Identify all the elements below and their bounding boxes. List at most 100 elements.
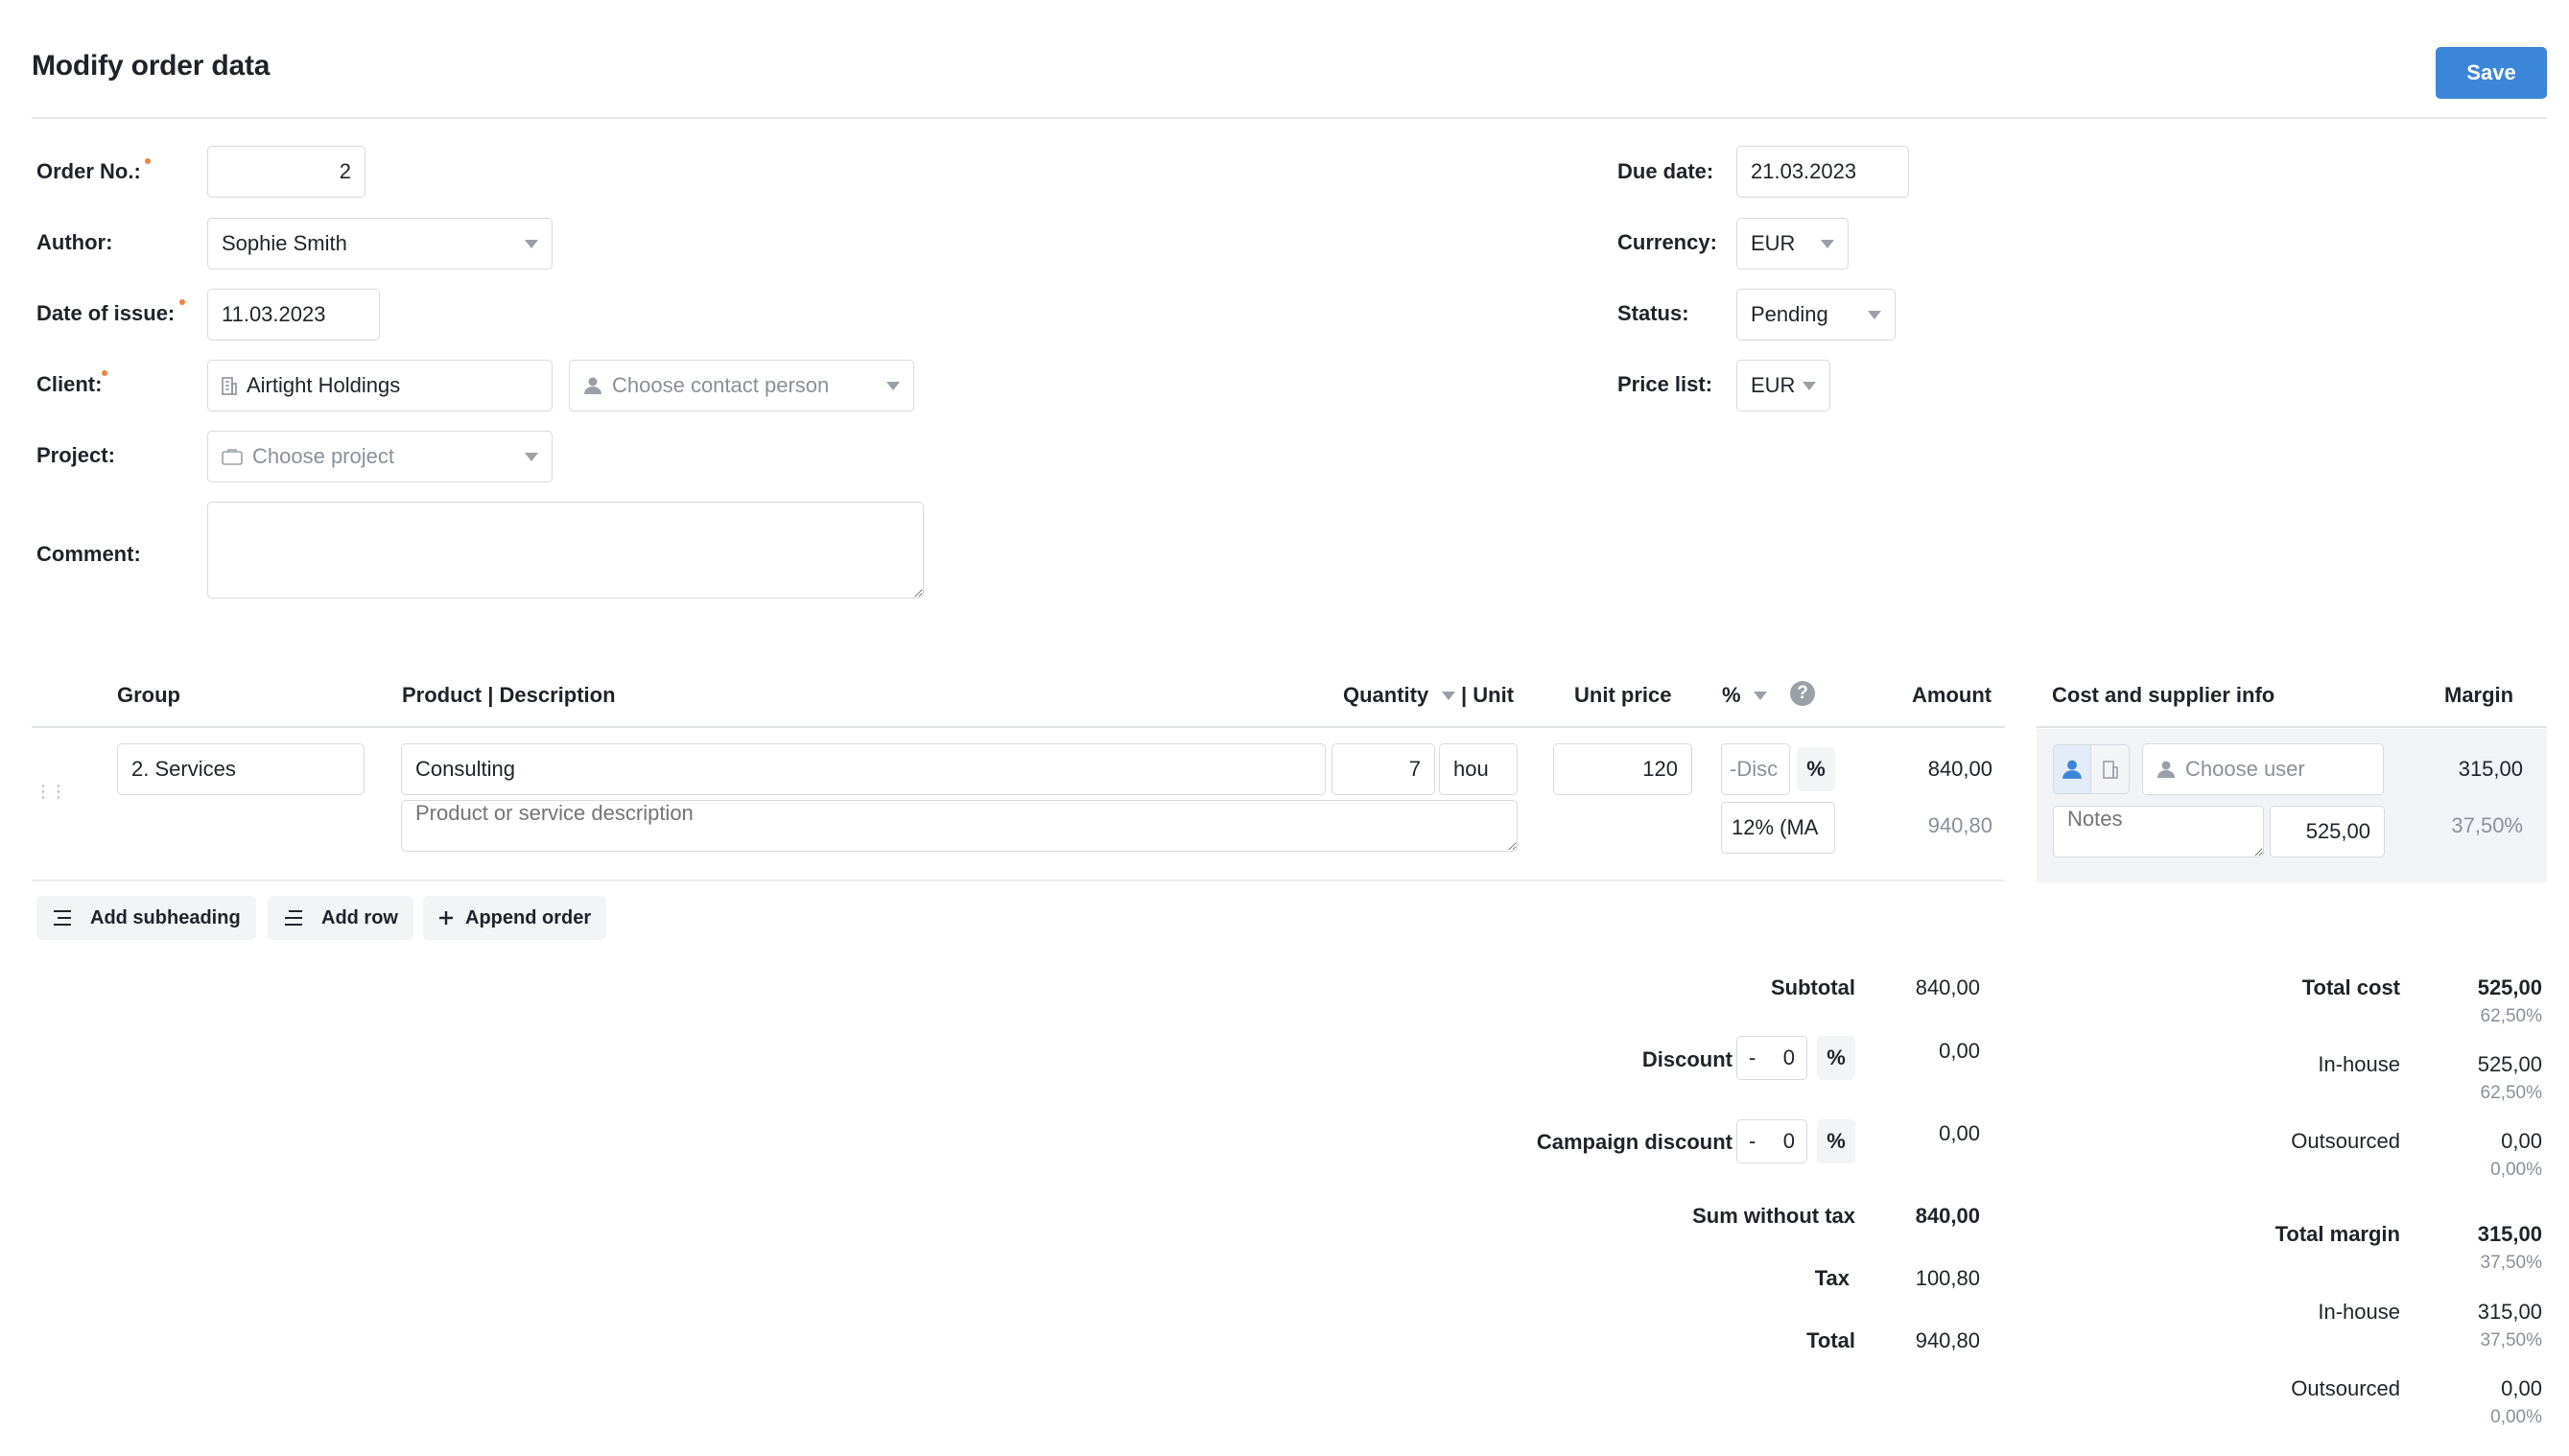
group-value: 2. Services: [131, 757, 236, 781]
rows-icon: [283, 909, 304, 927]
row-amount: 840,00: [1927, 757, 1992, 781]
campaign-discount-input[interactable]: - 0: [1736, 1119, 1807, 1163]
discount-value: 0,00: [1939, 1039, 1980, 1063]
project-select[interactable]: Choose project: [207, 431, 553, 482]
campaign-discount-value: 0,00: [1939, 1121, 1980, 1145]
choose-user-placeholder: Choose user: [2185, 757, 2305, 781]
add-row-label: Add row: [321, 906, 398, 928]
outsourced-cost-value: 0,00: [2501, 1129, 2542, 1153]
in-house-toggle[interactable]: [2053, 744, 2091, 794]
contact-placeholder: Choose contact person: [612, 373, 830, 397]
required-marker: [102, 370, 107, 376]
unit-value: hou: [1453, 757, 1489, 781]
subtotal-label: Subtotal: [1771, 975, 1855, 999]
inhouse-margin-value: 315,00: [2477, 1300, 2542, 1324]
contact-person-select[interactable]: Choose contact person: [569, 360, 914, 411]
percent-toggle[interactable]: %: [1797, 747, 1835, 791]
save-button[interactable]: Save: [2436, 47, 2547, 99]
header-margin: Margin: [2444, 683, 2514, 707]
author-select[interactable]: Sophie Smith: [207, 218, 553, 270]
table-header-divider: [32, 726, 2005, 728]
date-of-issue-label: Date of issue:: [36, 301, 176, 325]
header-percent[interactable]: %: [1722, 683, 1741, 708]
supplier-toggle[interactable]: [2091, 744, 2130, 794]
cost-value: 525,00: [2305, 819, 2370, 843]
add-subheading-label: Add subheading: [90, 906, 241, 928]
unit-price-value: 120: [1642, 757, 1678, 781]
price-list-label: Price list:: [1617, 372, 1713, 396]
currency-select[interactable]: EUR: [1736, 218, 1849, 270]
add-row-button[interactable]: Add row: [268, 896, 413, 940]
discount-input[interactable]: - 0: [1736, 1036, 1807, 1080]
status-label: Status:: [1617, 301, 1689, 325]
append-order-button[interactable]: Append order: [423, 896, 607, 940]
due-date-label: Due date:: [1617, 159, 1714, 183]
tax-value: 12% (MA: [1732, 815, 1819, 839]
outsourced-margin-pct: 0,00%: [2490, 1407, 2542, 1427]
inhouse-cost-label: In-house: [2318, 1052, 2400, 1076]
client-input[interactable]: Airtight Holdings: [207, 360, 553, 411]
user-icon: [583, 376, 602, 395]
discount-sign: -: [1749, 1045, 1756, 1069]
notes-textarea[interactable]: [2053, 806, 2264, 857]
client-label: Client:: [36, 372, 103, 396]
subtotal-value: 840,00: [1915, 975, 1980, 999]
user-icon: [2157, 760, 2176, 779]
unit-input[interactable]: hou: [1439, 743, 1518, 795]
add-subheading-button[interactable]: Add subheading: [36, 896, 256, 940]
choose-user-select[interactable]: Choose user: [2142, 743, 2384, 795]
comment-textarea[interactable]: [207, 502, 924, 599]
header-unit: | Unit: [1461, 683, 1515, 707]
required-marker: [179, 299, 185, 305]
chevron-down-icon: [525, 453, 538, 461]
total-margin-label: Total margin: [2274, 1222, 2400, 1246]
price-list-value: EUR: [1751, 373, 1796, 397]
sum-without-tax-value: 840,00: [1915, 1204, 1980, 1228]
date-of-issue-input[interactable]: 11.03.2023: [207, 289, 380, 341]
order-no-label: Order No.:: [36, 159, 141, 183]
author-value: Sophie Smith: [222, 231, 347, 255]
tax-value: 100,80: [1915, 1266, 1980, 1290]
order-no-input[interactable]: 2: [207, 146, 365, 198]
header-product: Product | Description: [402, 683, 616, 707]
chevron-down-icon[interactable]: [1754, 692, 1767, 700]
unit-price-input[interactable]: 120: [1553, 743, 1692, 795]
price-list-select[interactable]: EUR: [1736, 360, 1830, 411]
group-input[interactable]: 2. Services: [117, 743, 365, 795]
tax-select[interactable]: 12% (MA: [1721, 802, 1835, 854]
description-textarea[interactable]: [401, 800, 1518, 852]
row-discount-input[interactable]: -Disc: [1721, 743, 1790, 795]
help-icon[interactable]: ?: [1790, 681, 1815, 706]
chevron-down-icon: [1803, 382, 1816, 390]
product-input[interactable]: Consulting: [401, 743, 1326, 795]
total-value: 940,80: [1915, 1328, 1980, 1352]
discount-input-value: 0: [1782, 1045, 1795, 1069]
status-select[interactable]: Pending: [1736, 289, 1896, 341]
total-margin-value: 315,00: [2477, 1222, 2542, 1246]
due-date-input[interactable]: 21.03.2023: [1736, 146, 1909, 198]
inhouse-margin-pct: 37,50%: [2480, 1330, 2542, 1350]
header-quantity[interactable]: Quantity: [1343, 683, 1428, 708]
subheading-icon: [52, 909, 73, 927]
discount-label: Discount: [1641, 1047, 1732, 1071]
cost-input[interactable]: 525,00: [2270, 806, 2385, 857]
total-label: Total: [1806, 1328, 1855, 1352]
discount-percent-toggle[interactable]: %: [1817, 1036, 1855, 1080]
header-unit-price: Unit price: [1574, 683, 1672, 707]
total-cost-label: Total cost: [2301, 975, 2400, 999]
total-cost-pct: 62,50%: [2480, 1006, 2542, 1026]
outsourced-margin-value: 0,00: [2501, 1376, 2542, 1400]
header-group: Group: [117, 683, 180, 707]
drag-handle-icon[interactable]: ⋮⋮: [35, 782, 67, 802]
inhouse-cost-pct: 62,50%: [2480, 1083, 2542, 1103]
table-header-divider: [2037, 726, 2547, 728]
order-no-value: 2: [339, 159, 351, 183]
row-margin: 315,00: [2458, 757, 2523, 781]
building-icon: [222, 376, 237, 395]
header-cost-supplier: Cost and supplier info: [2052, 683, 2275, 707]
chevron-down-icon[interactable]: [1442, 692, 1455, 700]
quantity-input[interactable]: 7: [1332, 743, 1435, 795]
date-of-issue-value: 11.03.2023: [222, 302, 326, 326]
chevron-down-icon: [1821, 240, 1834, 248]
campaign-percent-toggle[interactable]: %: [1817, 1119, 1855, 1163]
